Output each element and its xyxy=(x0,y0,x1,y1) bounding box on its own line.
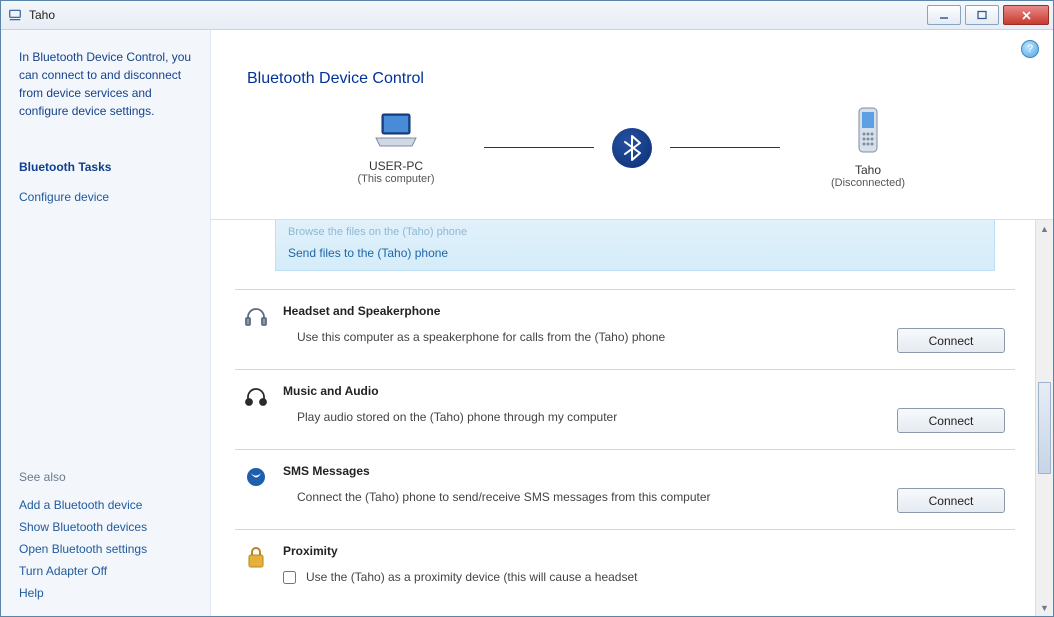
phone-node: Taho (Disconnected) xyxy=(798,106,938,189)
connection-line-right xyxy=(670,147,780,148)
open-bluetooth-settings-link[interactable]: Open Bluetooth settings xyxy=(19,542,196,556)
proximity-checkbox[interactable] xyxy=(283,571,296,584)
sms-icon xyxy=(243,464,269,490)
sidebar-intro: In Bluetooth Device Control, you can con… xyxy=(19,48,196,120)
pc-sub: (This computer) xyxy=(357,173,434,185)
titlebar: Taho xyxy=(1,1,1053,30)
add-bluetooth-device-link[interactable]: Add a Bluetooth device xyxy=(19,498,196,512)
proximity-desc-row: Use the (Taho) as a proximity device (th… xyxy=(297,570,1005,584)
bluetooth-tasks-heading: Bluetooth Tasks xyxy=(19,160,196,174)
send-files-link[interactable]: Send files to the (Taho) phone xyxy=(288,246,982,260)
proximity-desc: Use the (Taho) as a proximity device (th… xyxy=(306,570,637,584)
vertical-scrollbar[interactable]: ▲ ▼ xyxy=(1035,220,1053,616)
connection-line-left xyxy=(484,147,594,148)
window: Taho In Bluetooth Device Control, you ca… xyxy=(0,0,1054,617)
scroll-track[interactable] xyxy=(1036,237,1053,599)
phone-name: Taho xyxy=(855,163,881,177)
minimize-button[interactable] xyxy=(927,5,961,25)
body: In Bluetooth Device Control, you can con… xyxy=(1,30,1053,616)
help-link[interactable]: Help xyxy=(19,586,196,600)
window-buttons xyxy=(925,1,1051,29)
service-headset: Headset and Speakerphone Use this comput… xyxy=(235,289,1015,369)
configure-device-link[interactable]: Configure device xyxy=(19,190,196,204)
headset-icon xyxy=(243,304,269,330)
help-icon[interactable]: ? xyxy=(1021,40,1039,58)
audio-desc: Play audio stored on the (Taho) phone th… xyxy=(297,410,883,424)
laptop-icon xyxy=(372,110,420,153)
phone-sub: (Disconnected) xyxy=(831,177,905,189)
service-sms: SMS Messages Connect the (Taho) phone to… xyxy=(235,449,1015,529)
headset-connect-button[interactable]: Connect xyxy=(897,328,1005,353)
scroll-thumb[interactable] xyxy=(1038,382,1051,474)
see-also-heading: See also xyxy=(19,470,196,484)
headphones-icon xyxy=(243,384,269,410)
sms-connect-button[interactable]: Connect xyxy=(897,488,1005,513)
sms-desc: Connect the (Taho) phone to send/receive… xyxy=(297,490,883,504)
app-icon xyxy=(7,7,23,23)
turn-adapter-off-link[interactable]: Turn Adapter Off xyxy=(19,564,196,578)
window-title: Taho xyxy=(29,8,919,22)
scroll-down-button[interactable]: ▼ xyxy=(1036,599,1053,616)
page-title: Bluetooth Device Control xyxy=(211,30,1053,106)
scroll-up-button[interactable]: ▲ xyxy=(1036,220,1053,237)
browse-files-link[interactable]: Browse the files on the (Taho) phone xyxy=(288,226,982,238)
proximity-title: Proximity xyxy=(283,544,1005,558)
services-scroll-area: Browse the files on the (Taho) phone Sen… xyxy=(211,219,1053,616)
service-audio: Music and Audio Play audio stored on the… xyxy=(235,369,1015,449)
main: ? Bluetooth Device Control USER-PC (This… xyxy=(211,30,1053,616)
show-bluetooth-devices-link[interactable]: Show Bluetooth devices xyxy=(19,520,196,534)
close-button[interactable] xyxy=(1003,5,1049,25)
lock-icon xyxy=(243,544,269,570)
service-proximity: Proximity Use the (Taho) as a proximity … xyxy=(235,529,1015,584)
services-list: Browse the files on the (Taho) phone Sen… xyxy=(211,220,1035,616)
audio-connect-button[interactable]: Connect xyxy=(897,408,1005,433)
headset-desc: Use this computer as a speakerphone for … xyxy=(297,330,883,344)
sidebar: In Bluetooth Device Control, you can con… xyxy=(1,30,211,616)
bluetooth-icon xyxy=(612,128,652,168)
headset-title: Headset and Speakerphone xyxy=(283,304,883,318)
maximize-button[interactable] xyxy=(965,5,999,25)
pc-name: USER-PC xyxy=(369,159,423,173)
audio-title: Music and Audio xyxy=(283,384,883,398)
connection-diagram: USER-PC (This computer) xyxy=(211,106,1053,219)
phone-icon xyxy=(855,106,881,157)
pc-node: USER-PC (This computer) xyxy=(326,110,466,185)
file-transfer-block: Browse the files on the (Taho) phone Sen… xyxy=(275,220,995,271)
sms-title: SMS Messages xyxy=(283,464,883,478)
